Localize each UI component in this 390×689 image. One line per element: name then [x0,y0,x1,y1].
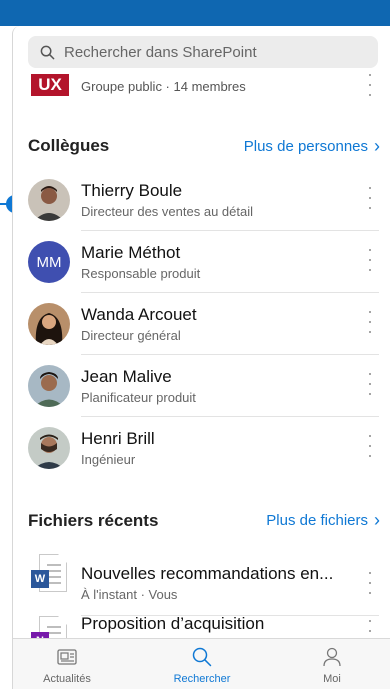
app-header-bar [0,0,390,26]
file-name: Proposition d’acquisition [81,614,265,633]
person-name: Thierry Boule [81,181,183,200]
person-name: Jean Malive [81,367,172,386]
recent-files-heading: Fichiers récents [28,511,159,530]
more-options-icon[interactable] [369,572,373,594]
more-options-icon[interactable] [369,435,373,457]
more-options-icon[interactable] [369,373,373,395]
group-logo: UX [31,74,69,96]
person-title: Directeur général [81,328,181,343]
avatar [28,179,70,221]
search-icon [192,647,212,667]
avatar [28,303,70,345]
chevron-right-icon: › [374,510,380,530]
more-options-icon[interactable] [369,187,373,209]
more-files-label: Plus de fichiers [266,512,368,529]
search-input[interactable]: Rechercher dans SharePoint [28,36,378,68]
person-name: Wanda Arcouet [81,305,197,324]
more-options-icon[interactable] [369,249,373,271]
bottom-tab-bar: Actualités Rechercher Moi [13,638,390,689]
colleagues-heading: Collègues [28,136,110,155]
person-title: Ingénieur [81,452,136,467]
more-options-icon[interactable] [369,311,373,333]
group-subtitle: Groupe public · 14 membres [81,79,246,94]
word-document-icon: W [31,554,69,596]
file-meta: À l'instant · Vous [81,587,178,602]
avatar: MM [28,241,70,283]
avatar [28,427,70,469]
file-row[interactable]: W Nouvelles recommandations en... À l'in… [13,542,390,616]
news-icon [57,649,77,665]
person-row[interactable]: Jean Malive Planificateur produit [13,355,390,417]
more-files-link[interactable]: Plus de fichiers › [266,510,380,530]
person-row[interactable]: Henri Brill Ingénieur [13,417,390,479]
avatar [28,365,70,407]
search-panel: Rechercher dans SharePoint UX Groupe pub… [12,26,390,689]
file-name: Nouvelles recommandations en... [81,564,334,583]
person-title: Directeur des ventes au détail [81,204,253,219]
tab-me[interactable]: Moi [282,643,382,689]
person-title: Planificateur produit [81,390,196,405]
person-title: Responsable produit [81,266,201,281]
chevron-right-icon: › [374,136,380,156]
person-row[interactable]: MM Marie Méthot Responsable produit [13,231,390,293]
search-placeholder: Rechercher dans SharePoint [64,43,257,61]
search-icon [40,45,55,59]
group-item-ux[interactable]: UX Groupe public · 14 membres [13,74,390,98]
person-name: Marie Méthot [81,243,181,262]
tab-search[interactable]: Rechercher [152,643,252,689]
file-type-badge: W [31,570,49,588]
tab-label: Rechercher [173,673,231,685]
person-row[interactable]: Wanda Arcouet Directeur général [13,293,390,355]
person-row[interactable]: Thierry Boule Directeur des ventes au dé… [13,169,390,231]
person-icon [323,647,341,667]
more-people-label: Plus de personnes [243,138,368,155]
person-name: Henri Brill [81,429,155,448]
more-options-icon[interactable] [369,74,373,96]
more-people-link[interactable]: Plus de personnes › [243,136,380,156]
tab-news[interactable]: Actualités [17,643,117,689]
tab-label: Actualités [43,673,91,685]
tab-label: Moi [323,673,341,685]
